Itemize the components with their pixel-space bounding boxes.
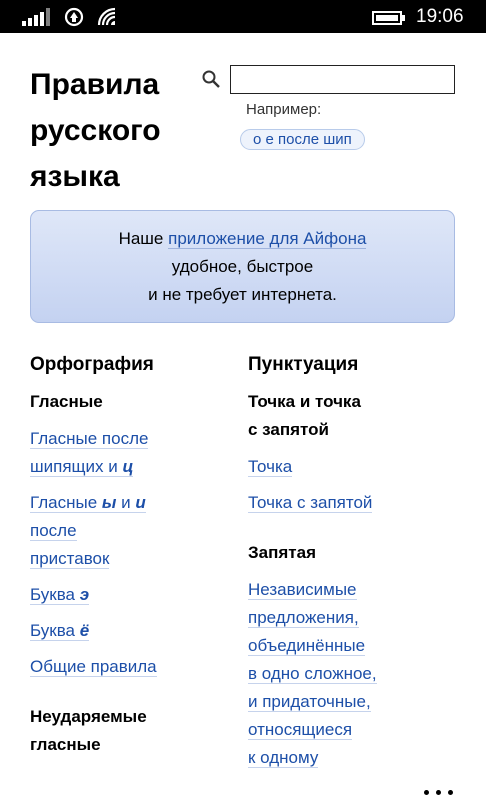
link-semicolon[interactable]: Точка с запятой [248,493,373,513]
more-options-icon[interactable] [420,786,460,800]
link-independent-clauses-cont[interactable]: и придаточные, [248,692,371,712]
wifi-icon [97,7,116,26]
link-independent-clauses-cont[interactable]: предложения, [248,608,359,628]
subsection-title-unstressed-vowels: Неударяемые гласные [30,707,147,754]
promo-line-3: и не требует интернета. [148,285,337,304]
list-item: Точка [248,453,453,481]
link-vowels-y-i-after-prefixes-cont[interactable]: приставок [30,549,110,569]
link-vowels-y-i-after-prefixes[interactable]: Гласные ы и и [30,493,146,513]
section-title-orthography: Орфография [30,354,154,375]
subsection-title-period-semicolon: Точка и точка с запятой [248,392,361,439]
battery-icon [372,11,405,25]
comma-link-list: Независимые предложения, объединённые в … [248,576,453,772]
link-general-rules[interactable]: Общие правила [30,657,157,677]
status-bar: 19:06 [0,0,486,33]
link-independent-clauses-cont[interactable]: относящиеся [248,720,353,740]
orthography-column: Орфография Гласные Гласные после шипящих… [30,352,220,768]
link-period[interactable]: Точка [248,457,293,477]
list-item: Буква ё [30,617,220,645]
example-query-chip[interactable]: о е после шип [240,129,365,150]
promo-line-1: Наше приложение для Айфона [31,225,454,253]
list-item: Общие правила [30,653,220,681]
subsection-title-comma: Запятая [248,543,316,562]
promo-line-2: удобное, быстрое [171,257,314,276]
link-independent-clauses-cont[interactable]: объединённые [248,636,366,656]
link-letter-e[interactable]: Буква э [30,585,90,605]
subsection-title-vowels: Гласные [30,392,103,411]
link-independent-clauses[interactable]: Независимые [248,580,357,600]
link-vowels-y-i-after-prefixes-cont[interactable]: после [30,521,77,541]
list-item: Буква э [30,581,220,609]
vowels-link-list: Гласные после шипящих и ц Гласные ы и и … [30,425,220,681]
promo-text: Наше [118,229,169,248]
title-line: языка [30,160,120,193]
link-independent-clauses-cont[interactable]: в одно сложное, [248,664,377,684]
status-time: 19:06 [416,6,464,27]
example-label: Например: [246,101,322,118]
link-independent-clauses-cont[interactable]: к одному [248,748,319,768]
title-line: русского [30,114,161,147]
signal-icon [22,8,52,26]
iphone-app-link[interactable]: приложение для Айфона [168,229,367,249]
link-vowels-after-sibilants[interactable]: Гласные после [30,429,149,449]
list-item: Точка с запятой [248,489,453,517]
punctuation-column: Пунктуация Точка и точка с запятой Точка… [248,352,453,780]
link-letter-yo[interactable]: Буква ё [30,621,90,641]
page-title: Правила русского языка [30,62,200,200]
app-promo-banner: Наше приложение для Айфона удобное, быст… [30,210,455,323]
search-input[interactable] [230,65,455,94]
section-title-punctuation: Пунктуация [248,354,359,375]
title-line: Правила [30,68,160,101]
list-item: Гласные после шипящих и ц [30,425,220,481]
list-item: Независимые предложения, объединённые в … [248,576,453,772]
period-link-list: Точка Точка с запятой [248,453,453,517]
search-icon[interactable] [201,69,221,89]
sim-icon [64,7,84,27]
list-item: Гласные ы и и после приставок [30,489,220,573]
link-vowels-after-sibilants-cont[interactable]: шипящих и ц [30,457,134,477]
